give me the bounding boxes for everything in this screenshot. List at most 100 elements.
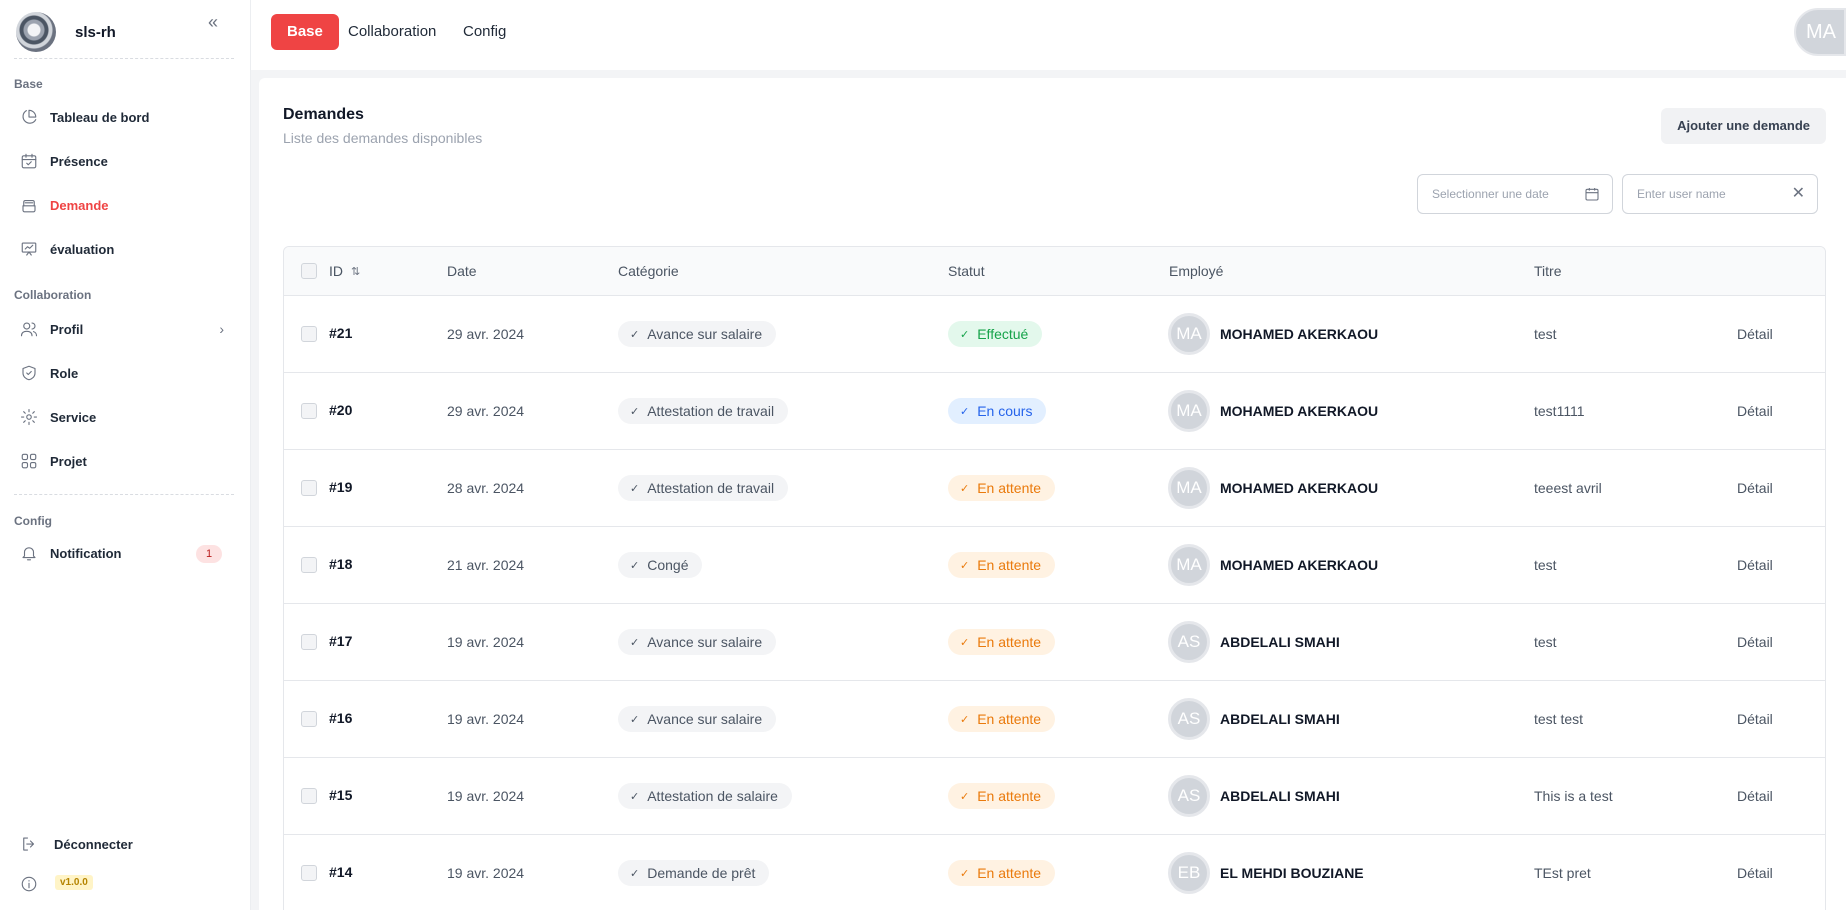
- collapse-sidebar-icon[interactable]: «: [208, 13, 226, 31]
- user-avatar[interactable]: MA: [1794, 8, 1846, 56]
- sidebar-item-demande[interactable]: Demande: [14, 188, 234, 222]
- user-name-search-input[interactable]: Enter user name ✕: [1622, 174, 1818, 214]
- status-label: En attente: [977, 634, 1042, 650]
- tab-base[interactable]: Base: [271, 14, 339, 50]
- sidebar-item-tableau-de-bord[interactable]: Tableau de bord: [14, 100, 234, 134]
- section-label-config: Config: [14, 514, 52, 528]
- chevron-right-icon: ›: [219, 321, 224, 337]
- category-cell: ✓ Attestation de travail: [618, 373, 789, 449]
- sidebar-item-role[interactable]: Role: [14, 356, 234, 390]
- checkbox[interactable]: [301, 263, 317, 279]
- status-cell: ✓ Effectué: [948, 296, 1043, 372]
- date-cell: 29 avr. 2024: [447, 403, 525, 419]
- table-row[interactable]: #18 21 avr. 2024 ✓ Congé ✓ En attente MA MOHAME…: [284, 527, 1825, 604]
- row-checkbox[interactable]: [301, 788, 317, 804]
- clear-icon[interactable]: ✕: [1792, 175, 1805, 213]
- table-row[interactable]: #21 29 avr. 2024 ✓ Avance sur salaire ✓ Effec…: [284, 296, 1825, 373]
- demandes-card: Demandes Liste des demandes disponibles …: [259, 78, 1846, 910]
- row-checkbox[interactable]: [301, 557, 317, 573]
- employee-name: MOHAMED AKERKAOU: [1220, 403, 1379, 419]
- table-row[interactable]: #20 29 avr. 2024 ✓ Attestation de travail ✓ E…: [284, 373, 1825, 450]
- sidebar-item-service[interactable]: Service: [14, 400, 234, 434]
- category-cell: ✓ Avance sur salaire: [618, 681, 777, 757]
- shield-icon: [14, 363, 44, 383]
- status-label: En attente: [977, 865, 1042, 881]
- detail-link[interactable]: Détail: [1737, 326, 1773, 342]
- sort-icon[interactable]: ⇅: [351, 265, 360, 278]
- check-icon: ✓: [960, 636, 970, 649]
- row-checkbox[interactable]: [301, 711, 317, 727]
- table-row[interactable]: #16 19 avr. 2024 ✓ Avance sur salaire ✓ En at…: [284, 681, 1825, 758]
- check-icon: ✓: [960, 790, 970, 803]
- row-checkbox-cell: [301, 373, 317, 449]
- table-body: #21 29 avr. 2024 ✓ Avance sur salaire ✓ Effec…: [284, 296, 1825, 910]
- detail-link[interactable]: Détail: [1737, 634, 1773, 650]
- table-row[interactable]: #19 28 avr. 2024 ✓ Attestation de travail ✓ E…: [284, 450, 1825, 527]
- select-all-checkbox[interactable]: [301, 247, 317, 295]
- table-row[interactable]: #17 19 avr. 2024 ✓ Avance sur salaire ✓ En at…: [284, 604, 1825, 681]
- category-cell: ✓ Congé: [618, 527, 703, 603]
- row-checkbox[interactable]: [301, 634, 317, 650]
- table-row[interactable]: #15 19 avr. 2024 ✓ Attestation de salaire ✓ E…: [284, 758, 1825, 835]
- sidebar-item-profil[interactable]: Profil ›: [14, 312, 234, 346]
- pie-chart-icon: [14, 107, 44, 127]
- sidebar: sls-rh « Base Tableau de bord Présence D…: [0, 0, 251, 910]
- info-button[interactable]: [14, 867, 44, 901]
- check-icon: ✓: [630, 328, 640, 341]
- column-header-id[interactable]: ID ⇅: [329, 247, 360, 295]
- table-row[interactable]: #14 19 avr. 2024 ✓ Demande de prêt ✓ En atten…: [284, 835, 1825, 910]
- row-checkbox[interactable]: [301, 865, 317, 881]
- status-label: En cours: [977, 403, 1033, 419]
- row-checkbox-cell: [301, 758, 317, 834]
- add-demande-button[interactable]: Ajouter une demande: [1661, 108, 1826, 144]
- status-cell: ✓ En attente: [948, 604, 1056, 680]
- sidebar-item-label: évaluation: [50, 241, 115, 257]
- sidebar-item-presence[interactable]: Présence: [14, 144, 234, 178]
- inbox-icon: [14, 195, 44, 215]
- logout-icon: [14, 834, 44, 854]
- logout-button[interactable]: Déconnecter: [14, 827, 234, 861]
- employee-cell: AS ABDELALI SMAHI: [1168, 604, 1340, 680]
- status-cell: ✓ En attente: [948, 681, 1056, 757]
- status-cell: ✓ En cours: [948, 373, 1047, 449]
- tab-config[interactable]: Config: [447, 14, 522, 50]
- sidebar-item-evaluation[interactable]: évaluation: [14, 232, 234, 266]
- detail-cell: Détail: [1737, 527, 1773, 603]
- check-icon: ✓: [960, 482, 970, 495]
- detail-cell: Détail: [1737, 604, 1773, 680]
- title-cell: test: [1534, 634, 1557, 650]
- employee-cell: MA MOHAMED AKERKAOU: [1168, 450, 1378, 526]
- request-id: #19: [329, 478, 353, 495]
- detail-link[interactable]: Détail: [1737, 403, 1773, 419]
- category-label: Avance sur salaire: [647, 326, 763, 342]
- tab-collaboration[interactable]: Collaboration: [332, 14, 452, 50]
- row-checkbox[interactable]: [301, 326, 317, 342]
- column-header-date: Date: [447, 263, 477, 279]
- row-checkbox[interactable]: [301, 480, 317, 496]
- category-label: Attestation de travail: [647, 403, 775, 419]
- detail-link[interactable]: Détail: [1737, 788, 1773, 804]
- detail-link[interactable]: Détail: [1737, 865, 1773, 881]
- name-placeholder: Enter user name: [1637, 187, 1726, 201]
- status-label: En attente: [977, 711, 1042, 727]
- detail-link[interactable]: Détail: [1737, 557, 1773, 573]
- detail-link[interactable]: Détail: [1737, 711, 1773, 727]
- sidebar-item-projet[interactable]: Projet: [14, 444, 234, 478]
- check-icon: ✓: [960, 713, 970, 726]
- category-pill: ✓ Attestation de travail: [618, 398, 789, 424]
- employee-name: MOHAMED AKERKAOU: [1220, 480, 1379, 496]
- check-icon: ✓: [630, 482, 640, 495]
- id-cell: #20: [329, 373, 352, 449]
- sidebar-item-notification[interactable]: Notification 1: [14, 536, 234, 570]
- app-logo: [16, 12, 56, 52]
- employee-avatar: AS: [1168, 621, 1210, 663]
- brand[interactable]: sls-rh: [16, 12, 236, 52]
- employee-avatar: MA: [1168, 313, 1210, 355]
- row-checkbox-cell: [301, 527, 317, 603]
- check-icon: ✓: [630, 867, 640, 880]
- row-checkbox[interactable]: [301, 403, 317, 419]
- id-cell: #16: [329, 681, 352, 757]
- detail-link[interactable]: Détail: [1737, 480, 1773, 496]
- category-pill: ✓ Attestation de salaire: [618, 783, 792, 809]
- date-picker-input[interactable]: Selectionner une date: [1417, 174, 1613, 214]
